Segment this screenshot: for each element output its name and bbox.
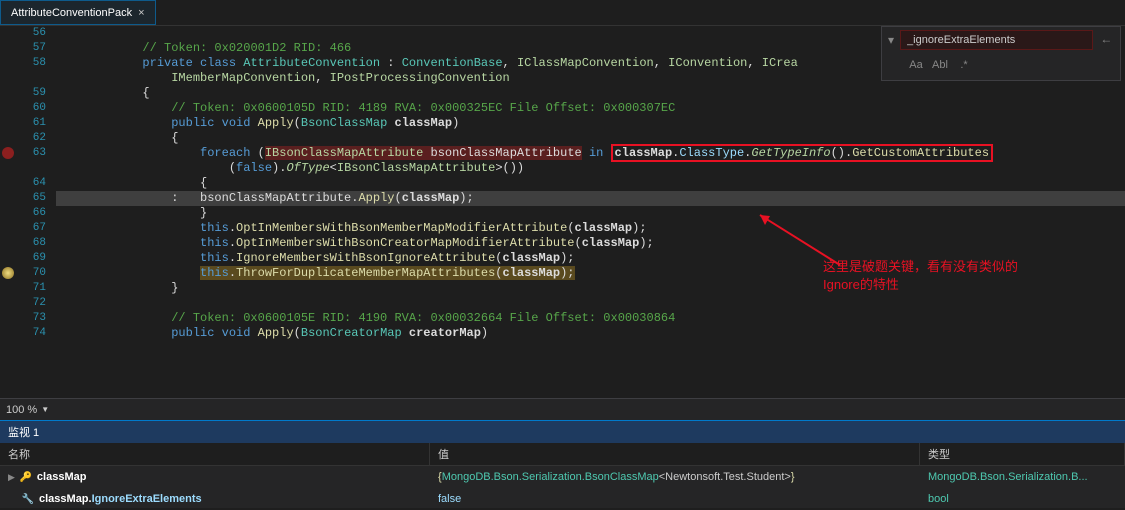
- code-editor[interactable]: 56 57 58 59 60 61 62 63 64 65 66 67 68 6…: [0, 26, 1125, 398]
- watch-header-name[interactable]: 名称: [0, 443, 430, 465]
- tab-title: AttributeConventionPack: [11, 7, 132, 19]
- watch-header-value[interactable]: 值: [430, 443, 920, 465]
- highlighted-expression: classMap.ClassType.GetTypeInfo().GetCust…: [611, 144, 993, 162]
- property-icon: 🔧: [21, 492, 35, 506]
- search-panel: ▾ ← Aa Abl .*: [881, 26, 1121, 81]
- zoom-dropdown-icon[interactable]: ▼: [41, 405, 49, 414]
- watch-type: bool: [920, 491, 1125, 507]
- watch-type: MongoDB.Bson.Serialization.B...: [920, 469, 1125, 485]
- search-prev-icon[interactable]: ←: [1099, 33, 1114, 47]
- tab-close-icon[interactable]: ×: [138, 7, 144, 19]
- watch-row[interactable]: ▶ 🔑 classMap {MongoDB.Bson.Serialization…: [0, 466, 1125, 488]
- watch-header-type[interactable]: 类型: [920, 443, 1125, 465]
- zoom-level[interactable]: 100 %: [6, 404, 37, 416]
- document-tab[interactable]: AttributeConventionPack ×: [0, 0, 156, 25]
- watch-var-name: classMap.IgnoreExtraElements: [39, 493, 202, 505]
- variable-icon: 🔑: [19, 470, 33, 484]
- watch-panel: 监视 1 名称 值 类型 ▶ 🔑 classMap {MongoDB.Bson.…: [0, 420, 1125, 508]
- watch-panel-title[interactable]: 监视 1: [0, 421, 1125, 443]
- breakpoint-margin[interactable]: [0, 26, 16, 398]
- watch-value: {MongoDB.Bson.Serialization.BsonClassMap…: [430, 469, 920, 485]
- line-number-gutter: 56 57 58 59 60 61 62 63 64 65 66 67 68 6…: [16, 26, 56, 398]
- tab-bar: AttributeConventionPack ×: [0, 0, 1125, 26]
- search-match-word[interactable]: Abl: [930, 56, 950, 74]
- expand-icon[interactable]: ▶: [8, 472, 15, 483]
- zoom-bar: 100 % ▼: [0, 398, 1125, 420]
- search-match-case[interactable]: Aa: [906, 56, 926, 74]
- watch-header-row: 名称 值 类型: [0, 443, 1125, 466]
- execution-pointer-icon[interactable]: [2, 267, 14, 279]
- watch-var-name: classMap: [37, 471, 87, 483]
- search-expand-chevron-icon[interactable]: ▾: [888, 33, 894, 48]
- code-content[interactable]: // Token: 0x020001D2 RID: 466 private cl…: [56, 26, 1125, 398]
- watch-value: false: [430, 491, 920, 507]
- search-regex[interactable]: .*: [954, 56, 974, 74]
- search-input[interactable]: [900, 30, 1093, 50]
- annotation-text: 这里是破题关键，看有没有类似的 Ignore的特性: [823, 258, 1018, 294]
- watch-row[interactable]: 🔧 classMap.IgnoreExtraElements false boo…: [0, 488, 1125, 510]
- breakpoint-icon[interactable]: [2, 147, 14, 159]
